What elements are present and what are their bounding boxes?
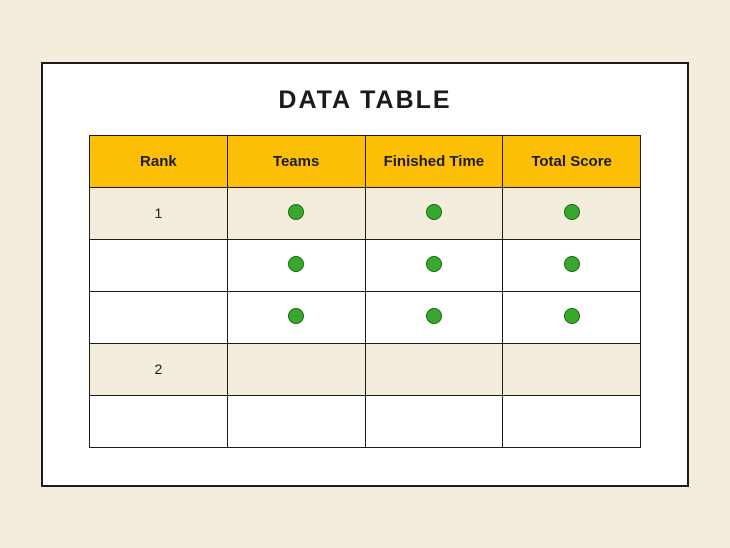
cell-teams — [227, 187, 365, 239]
status-dot-icon — [288, 204, 304, 220]
cell-rank: 2 — [90, 343, 228, 395]
status-dot-icon — [564, 204, 580, 220]
cell-time — [365, 291, 503, 343]
table-row — [90, 395, 641, 447]
status-dot-icon — [288, 256, 304, 272]
cell-score — [503, 239, 641, 291]
col-header-time: Finished Time — [365, 135, 503, 187]
cell-rank: 1 — [90, 187, 228, 239]
cell-time — [365, 187, 503, 239]
status-dot-icon — [288, 308, 304, 324]
cell-score — [503, 187, 641, 239]
cell-time — [365, 395, 503, 447]
table-header-row: Rank Teams Finished Time Total Score — [90, 135, 641, 187]
cell-teams — [227, 343, 365, 395]
table-row: 2 — [90, 343, 641, 395]
table-row — [90, 291, 641, 343]
status-dot-icon — [426, 256, 442, 272]
table-card: DATA TABLE Rank Teams Finished Time Tota… — [41, 62, 689, 487]
col-header-rank: Rank — [90, 135, 228, 187]
col-header-score: Total Score — [503, 135, 641, 187]
cell-score — [503, 291, 641, 343]
cell-rank — [90, 395, 228, 447]
table-row: 1 — [90, 187, 641, 239]
status-dot-icon — [426, 204, 442, 220]
page-title: DATA TABLE — [278, 86, 451, 115]
col-header-teams: Teams — [227, 135, 365, 187]
data-table: Rank Teams Finished Time Total Score 12 — [89, 135, 641, 448]
cell-time — [365, 343, 503, 395]
status-dot-icon — [564, 256, 580, 272]
cell-teams — [227, 395, 365, 447]
cell-rank — [90, 239, 228, 291]
status-dot-icon — [426, 308, 442, 324]
cell-time — [365, 239, 503, 291]
status-dot-icon — [564, 308, 580, 324]
cell-rank — [90, 291, 228, 343]
cell-score — [503, 395, 641, 447]
cell-score — [503, 343, 641, 395]
cell-teams — [227, 239, 365, 291]
cell-teams — [227, 291, 365, 343]
table-row — [90, 239, 641, 291]
table-body: 12 — [90, 187, 641, 447]
